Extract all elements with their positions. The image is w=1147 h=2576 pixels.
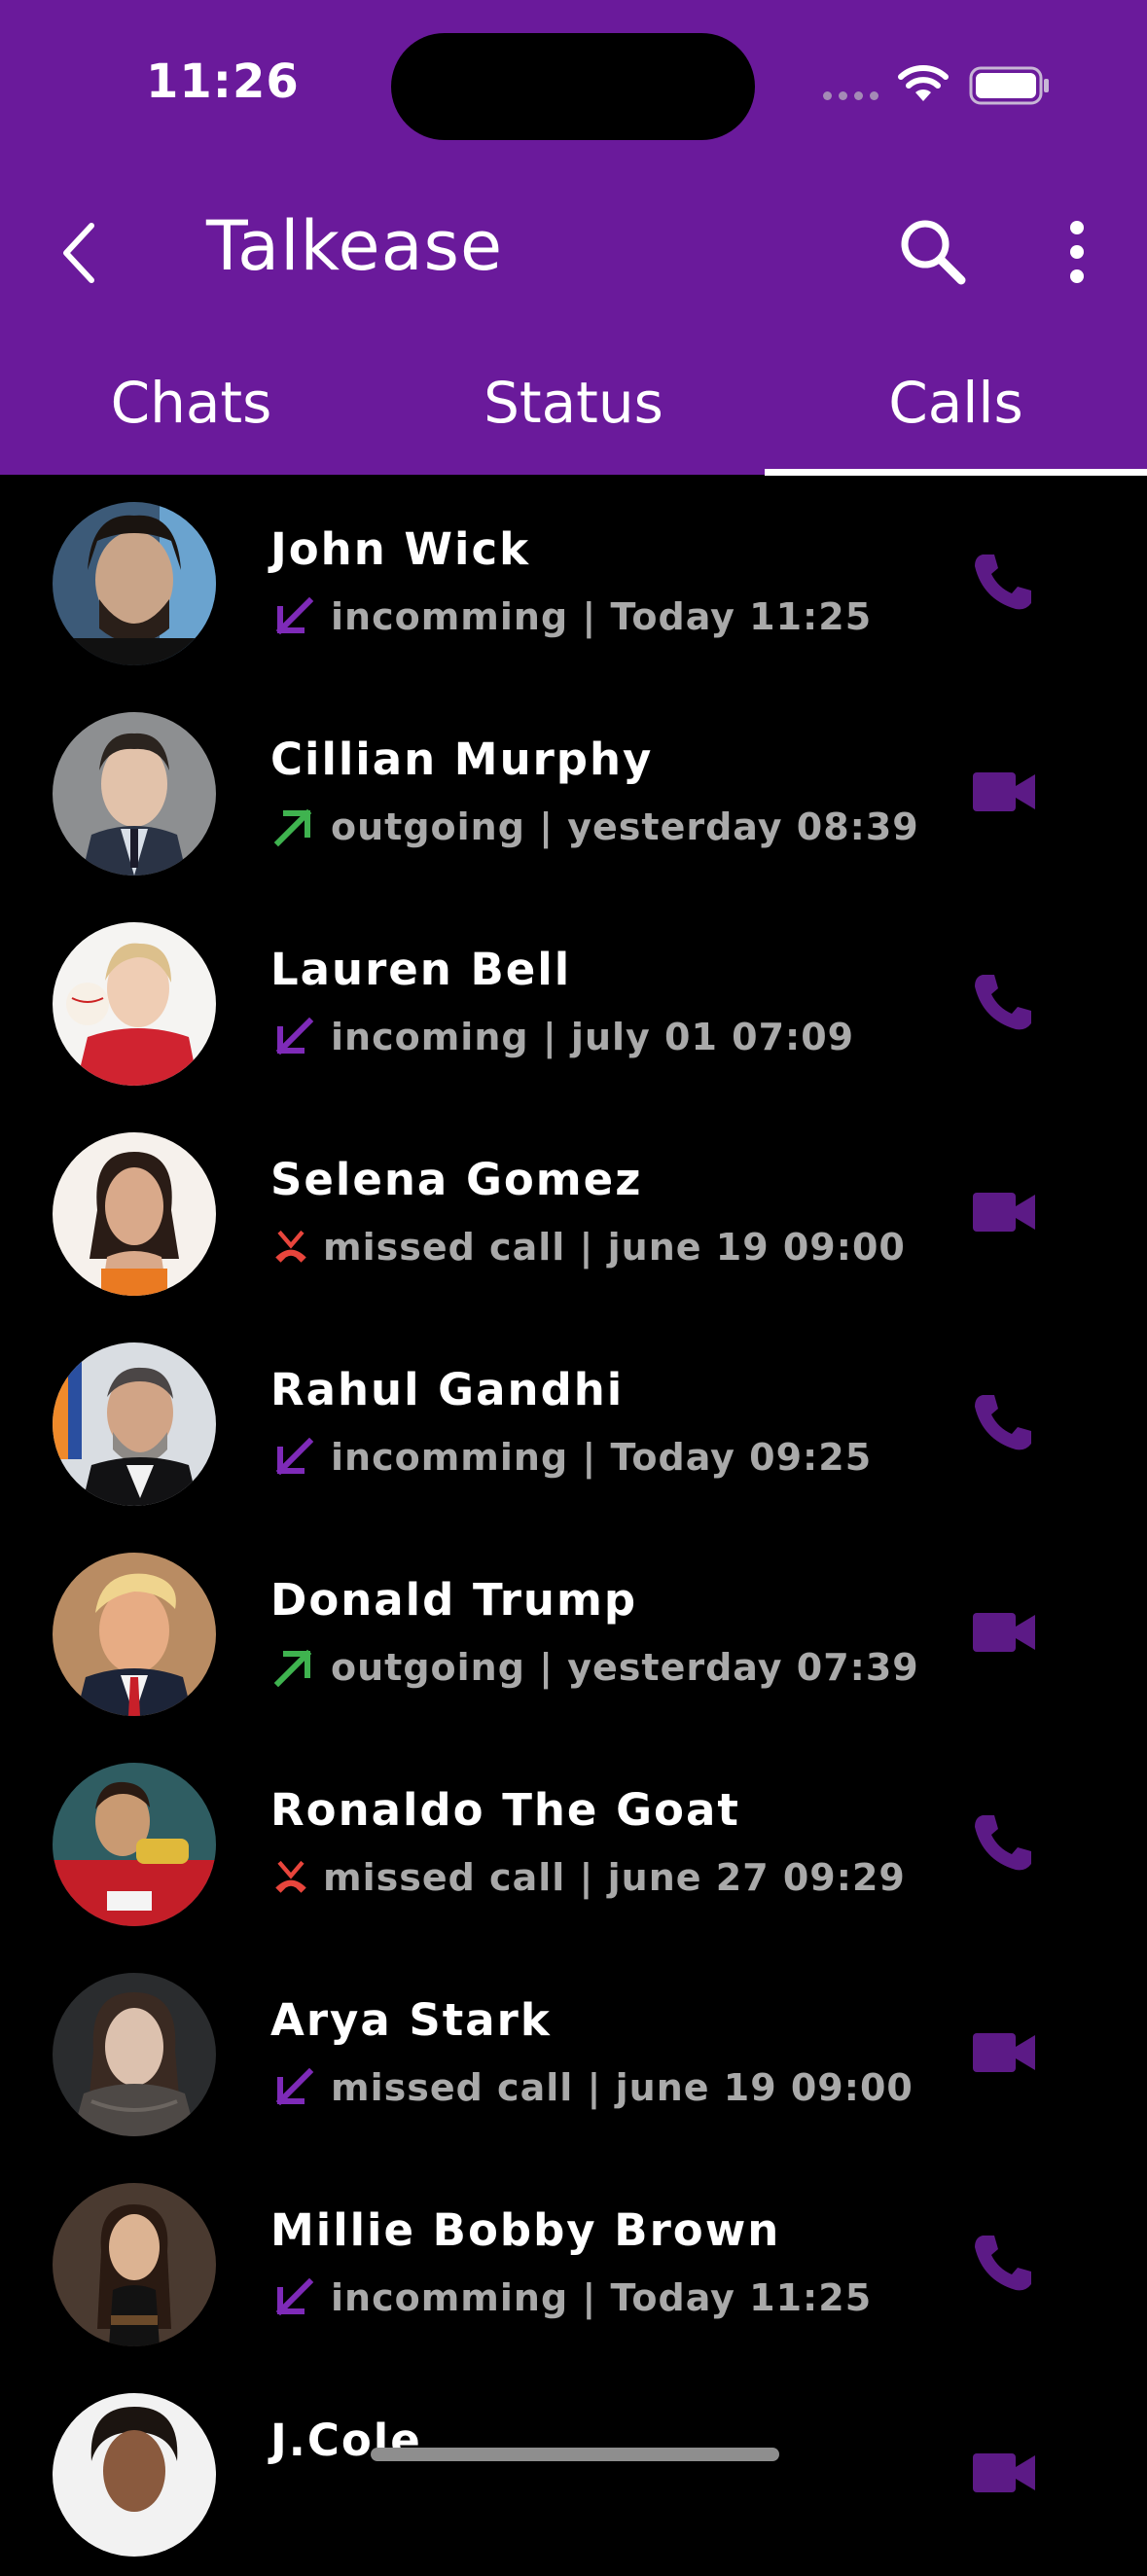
list-item[interactable]: Cillian Murphy outgoing | yesterday 08:3… bbox=[0, 685, 1147, 895]
contact-name: Lauren Bell bbox=[270, 944, 572, 995]
avatar bbox=[53, 1973, 216, 2136]
contact-name: Donald Trump bbox=[270, 1574, 638, 1626]
avatar bbox=[53, 502, 216, 665]
tab-calls[interactable]: Calls bbox=[765, 350, 1147, 475]
call-detail: missed call | june 27 09:29 bbox=[270, 1854, 906, 1901]
call-detail-text: incomming | Today 11:25 bbox=[331, 2276, 873, 2319]
dynamic-island bbox=[391, 33, 755, 140]
chevron-left-icon[interactable] bbox=[60, 222, 99, 284]
contact-name: Millie Bobby Brown bbox=[270, 2204, 781, 2256]
call-detail: incoming | july 01 07:09 bbox=[270, 1014, 854, 1060]
video-camera-icon[interactable] bbox=[969, 2021, 1039, 2084]
call-detail-text: incoming | july 01 07:09 bbox=[331, 1016, 855, 1058]
call-detail-text: outgoing | yesterday 07:39 bbox=[331, 1646, 919, 1689]
status-time: 11:26 bbox=[146, 54, 300, 109]
contact-name: Rahul Gandhi bbox=[270, 1364, 625, 1415]
call-detail-text: outgoing | yesterday 08:39 bbox=[331, 805, 919, 848]
search-icon[interactable] bbox=[897, 216, 967, 286]
video-camera-icon[interactable] bbox=[969, 1181, 1039, 1243]
outgoing-call-arrow-icon bbox=[273, 1649, 312, 1688]
video-camera-icon[interactable] bbox=[969, 761, 1039, 823]
avatar bbox=[53, 1342, 216, 1506]
cellular-signal-icon bbox=[823, 91, 878, 100]
list-item[interactable]: Rahul Gandhi incomming | Today 09:25 bbox=[0, 1315, 1147, 1525]
avatar bbox=[53, 922, 216, 1086]
avatar bbox=[53, 712, 216, 876]
incoming-call-arrow-icon bbox=[275, 1017, 314, 1055]
contact-name: Cillian Murphy bbox=[270, 733, 654, 785]
call-detail: outgoing | yesterday 07:39 bbox=[270, 1644, 919, 1691]
list-item[interactable]: Ronaldo The Goat missed call | june 27 0… bbox=[0, 1735, 1147, 1946]
list-item[interactable]: Donald Trump outgoing | yesterday 07:39 bbox=[0, 1525, 1147, 1735]
incoming-call-arrow-icon bbox=[275, 2067, 314, 2106]
missed-call-icon bbox=[275, 1860, 306, 1893]
avatar bbox=[53, 1763, 216, 1926]
call-detail: incomming | Today 11:25 bbox=[270, 593, 872, 640]
call-detail: incomming | Today 11:25 bbox=[270, 2274, 872, 2321]
call-detail-text: missed call | june 19 09:00 bbox=[331, 2066, 914, 2109]
home-indicator[interactable] bbox=[371, 2448, 779, 2461]
contact-name: John Wick bbox=[270, 523, 531, 575]
call-detail: missed call | june 19 09:00 bbox=[270, 2064, 914, 2111]
call-detail: outgoing | yesterday 08:39 bbox=[270, 804, 919, 850]
avatar bbox=[53, 2183, 216, 2346]
phone-icon[interactable] bbox=[969, 2232, 1039, 2294]
app-bar: 11:26 Talkease Chats Status Calls bbox=[0, 0, 1147, 476]
incoming-call-arrow-icon bbox=[275, 1437, 314, 1476]
avatar bbox=[53, 1132, 216, 1296]
outgoing-call-arrow-icon bbox=[273, 808, 312, 847]
tab-status[interactable]: Status bbox=[382, 350, 765, 475]
incoming-call-arrow-icon bbox=[275, 2277, 314, 2316]
list-item[interactable]: Millie Bobby Brown incomming | Today 11:… bbox=[0, 2156, 1147, 2366]
page-title: Talkease bbox=[206, 206, 504, 286]
video-camera-icon[interactable] bbox=[969, 1601, 1039, 1664]
call-detail: incomming | Today 09:25 bbox=[270, 1434, 872, 1481]
more-vertical-icon[interactable] bbox=[1062, 218, 1092, 286]
list-item[interactable]: Selena Gomez missed call | june 19 09:00 bbox=[0, 1105, 1147, 1315]
call-detail-text: incomming | Today 11:25 bbox=[331, 595, 873, 638]
missed-call-icon bbox=[275, 1230, 306, 1263]
tab-chats[interactable]: Chats bbox=[0, 350, 382, 475]
contact-name: Arya Stark bbox=[270, 1994, 552, 2046]
contact-name: Selena Gomez bbox=[270, 1154, 643, 1205]
battery-icon bbox=[969, 66, 1049, 105]
video-camera-icon[interactable] bbox=[969, 2442, 1039, 2504]
call-list: John Wick incomming | Today 11:25 Cillia… bbox=[0, 475, 1147, 2576]
contact-name: Ronaldo The Goat bbox=[270, 1784, 740, 1836]
tab-bar: Chats Status Calls bbox=[0, 350, 1147, 475]
wifi-icon bbox=[898, 65, 949, 101]
call-detail: missed call | june 19 09:00 bbox=[270, 1224, 906, 1270]
phone-icon[interactable] bbox=[969, 1811, 1039, 1874]
list-item[interactable]: Arya Stark missed call | june 19 09:00 bbox=[0, 1946, 1147, 2156]
list-item[interactable]: J.Cole bbox=[0, 2366, 1147, 2576]
call-detail-text: incomming | Today 09:25 bbox=[331, 1436, 873, 1479]
phone-icon[interactable] bbox=[969, 971, 1039, 1033]
phone-icon[interactable] bbox=[969, 551, 1039, 613]
list-item[interactable]: Lauren Bell incoming | july 01 07:09 bbox=[0, 895, 1147, 1105]
avatar bbox=[53, 1553, 216, 1716]
list-item[interactable]: John Wick incomming | Today 11:25 bbox=[0, 475, 1147, 685]
phone-icon[interactable] bbox=[969, 1391, 1039, 1453]
avatar bbox=[53, 2393, 216, 2557]
call-detail-text: missed call | june 27 09:29 bbox=[323, 1856, 906, 1899]
incoming-call-arrow-icon bbox=[275, 596, 314, 635]
call-detail-text: missed call | june 19 09:00 bbox=[323, 1226, 906, 1269]
